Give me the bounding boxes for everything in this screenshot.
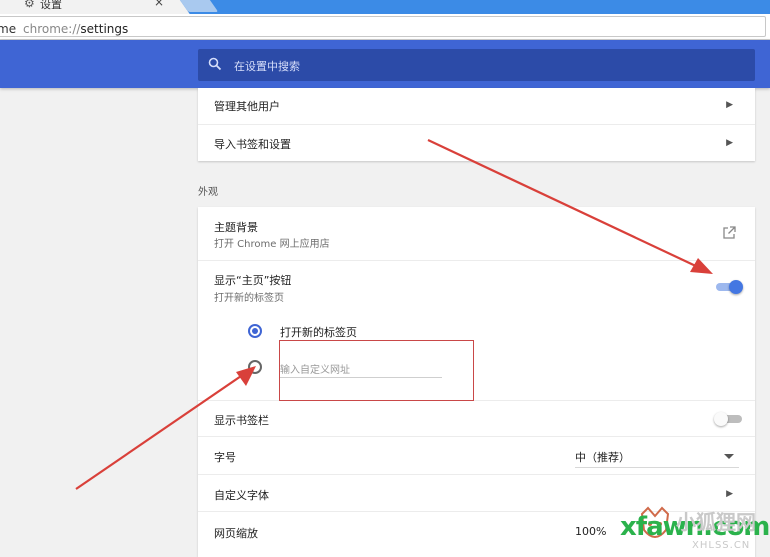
home-button-label: 显示“主页”按钮 xyxy=(214,274,292,287)
gear-icon: ⚙ xyxy=(24,0,35,10)
bookmarks-bar-row: 显示书签栏 xyxy=(198,400,755,436)
url-path: settings xyxy=(80,22,129,36)
bookmarks-bar-toggle[interactable] xyxy=(714,412,742,426)
chevron-right-icon: ▶ xyxy=(726,489,733,499)
section-title-appearance: 外观 xyxy=(198,187,218,198)
url-prefix: me xyxy=(0,22,17,36)
radio-new-tab-label: 打开新的标签页 xyxy=(280,326,357,339)
import-bookmarks-row[interactable]: 导入书签和设置 ▶ xyxy=(198,124,755,161)
font-size-label: 字号 xyxy=(214,451,236,464)
tab-title: 设置 xyxy=(40,0,62,11)
url-text: chrome://settings xyxy=(23,22,128,36)
font-size-select[interactable]: 中（推荐） xyxy=(575,449,630,465)
select-underline xyxy=(575,467,739,468)
search-input[interactable]: 在设置中搜索 xyxy=(234,58,300,74)
home-button-sub: 打开新的标签页 xyxy=(214,293,284,304)
zoom-label: 网页缩放 xyxy=(214,527,258,540)
watermark-cn: 小狐狸网 xyxy=(676,510,756,534)
home-button-toggle[interactable] xyxy=(716,280,743,294)
toggle-knob xyxy=(729,280,743,294)
watermark-en: XHLSS.CN xyxy=(692,540,751,551)
custom-fonts-label: 自定义字体 xyxy=(214,489,269,502)
url-scheme: chrome:// xyxy=(23,22,81,36)
font-size-row: 字号 中（推荐） xyxy=(198,436,755,474)
settings-header: 在设置中搜索 xyxy=(0,40,770,88)
theme-label: 主题背景 xyxy=(214,221,258,234)
omnibox[interactable]: me chrome://settings xyxy=(0,16,766,37)
radio-custom-url[interactable] xyxy=(248,360,262,374)
annotation-box xyxy=(279,340,474,401)
chevron-right-icon: ▶ xyxy=(726,100,733,110)
toggle-knob xyxy=(714,412,728,426)
close-icon[interactable]: × xyxy=(154,0,164,9)
people-card: 管理其他用户 ▶ 导入书签和设置 ▶ xyxy=(198,88,755,161)
theme-row[interactable]: 主题背景 打开 Chrome 网上应用店 xyxy=(198,207,755,260)
import-bookmarks-label: 导入书签和设置 xyxy=(214,138,291,151)
chevron-down-icon xyxy=(724,454,734,459)
zoom-select[interactable]: 100% xyxy=(575,525,606,538)
theme-sub: 打开 Chrome 网上应用店 xyxy=(214,239,330,250)
tab-strip: ⚙ 设置 × xyxy=(0,0,770,14)
external-link-icon[interactable] xyxy=(722,226,736,240)
manage-other-users-row[interactable]: 管理其他用户 ▶ xyxy=(198,88,755,124)
address-bar: me chrome://settings xyxy=(0,14,770,40)
manage-other-users-label: 管理其他用户 xyxy=(214,100,280,113)
settings-search[interactable]: 在设置中搜索 xyxy=(198,49,755,81)
search-icon xyxy=(208,57,222,71)
bookmarks-bar-label: 显示书签栏 xyxy=(214,414,269,427)
radio-new-tab[interactable] xyxy=(248,324,262,338)
chevron-right-icon: ▶ xyxy=(726,138,733,148)
